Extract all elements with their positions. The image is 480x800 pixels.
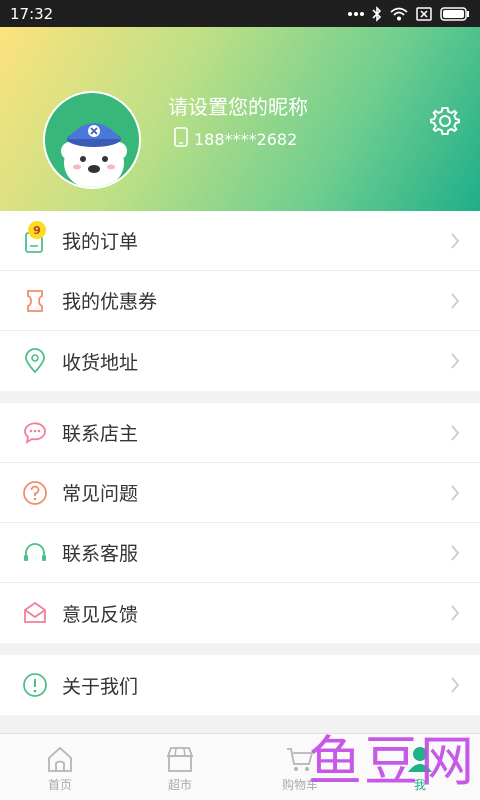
location-icon [22,348,48,374]
home-icon [45,744,75,774]
tab-label: 首页 [47,778,72,792]
tab-store[interactable]: 超市 [120,734,240,800]
menu-group-orders: 9 我的订单 我的优惠券 收货地址 [0,211,480,391]
phone-icon [174,127,188,151]
more-dots-icon [348,11,364,17]
phone-number: 188****2682 [194,129,298,149]
battery-icon [440,6,470,21]
chevron-right-icon [450,233,460,249]
phone-row: 188****2682 [174,127,297,151]
menu-item-label: 关于我们 [62,675,139,698]
menu-item-label: 我的订单 [62,231,139,253]
chevron-right-icon [450,485,460,501]
chevron-right-icon [450,293,460,309]
watermark-logo: 鱼豆网 [308,730,476,793]
status-icons [348,5,470,22]
menu-item-orders[interactable]: 9 我的订单 [0,211,480,271]
status-time: 17:32 [10,4,54,23]
chat-icon [22,420,48,446]
tab-label: 超市 [167,778,192,792]
info-icon [22,672,48,698]
menu-item-label: 联系客服 [62,543,139,565]
chevron-right-icon [450,353,460,369]
chevron-right-icon [450,677,460,693]
menu-item-contact-owner[interactable]: 联系店主 [0,403,480,463]
envelope-icon [22,600,48,626]
status-bar: 17:32 [0,0,480,27]
menu-item-faq[interactable]: 常见问题 [0,463,480,523]
order-badge: 9 [28,221,46,239]
menu-group-support: 联系店主 常见问题 联系客服 意见反馈 [0,403,480,643]
menu-item-label: 意见反馈 [62,603,139,626]
menu-item-label: 常见问题 [62,483,139,505]
menu-item-label: 收货地址 [62,351,139,374]
menu-item-coupons[interactable]: 我的优惠券 [0,271,480,331]
bluetooth-icon [372,5,382,22]
profile-header: 请设置您的昵称 188****2682 [0,27,480,211]
nickname[interactable]: 请设置您的昵称 [168,91,308,120]
menu-item-label: 我的优惠券 [62,291,158,313]
avatar[interactable] [43,91,141,189]
gear-icon[interactable] [430,105,460,135]
menu-item-address[interactable]: 收货地址 [0,331,480,391]
headset-icon [22,540,48,566]
chevron-right-icon [450,605,460,621]
coupon-icon [22,288,48,314]
chevron-right-icon [450,425,460,441]
wifi-icon [390,7,408,21]
chevron-right-icon [450,545,460,561]
menu-item-label: 联系店主 [62,423,139,445]
menu-item-feedback[interactable]: 意见反馈 [0,583,480,643]
question-icon [22,480,48,506]
no-sim-icon [416,6,432,21]
menu-item-customer-service[interactable]: 联系客服 [0,523,480,583]
menu-group-about: 关于我们 [0,655,480,715]
tab-home[interactable]: 首页 [0,734,120,800]
store-icon [165,744,195,774]
menu-item-about[interactable]: 关于我们 [0,655,480,715]
